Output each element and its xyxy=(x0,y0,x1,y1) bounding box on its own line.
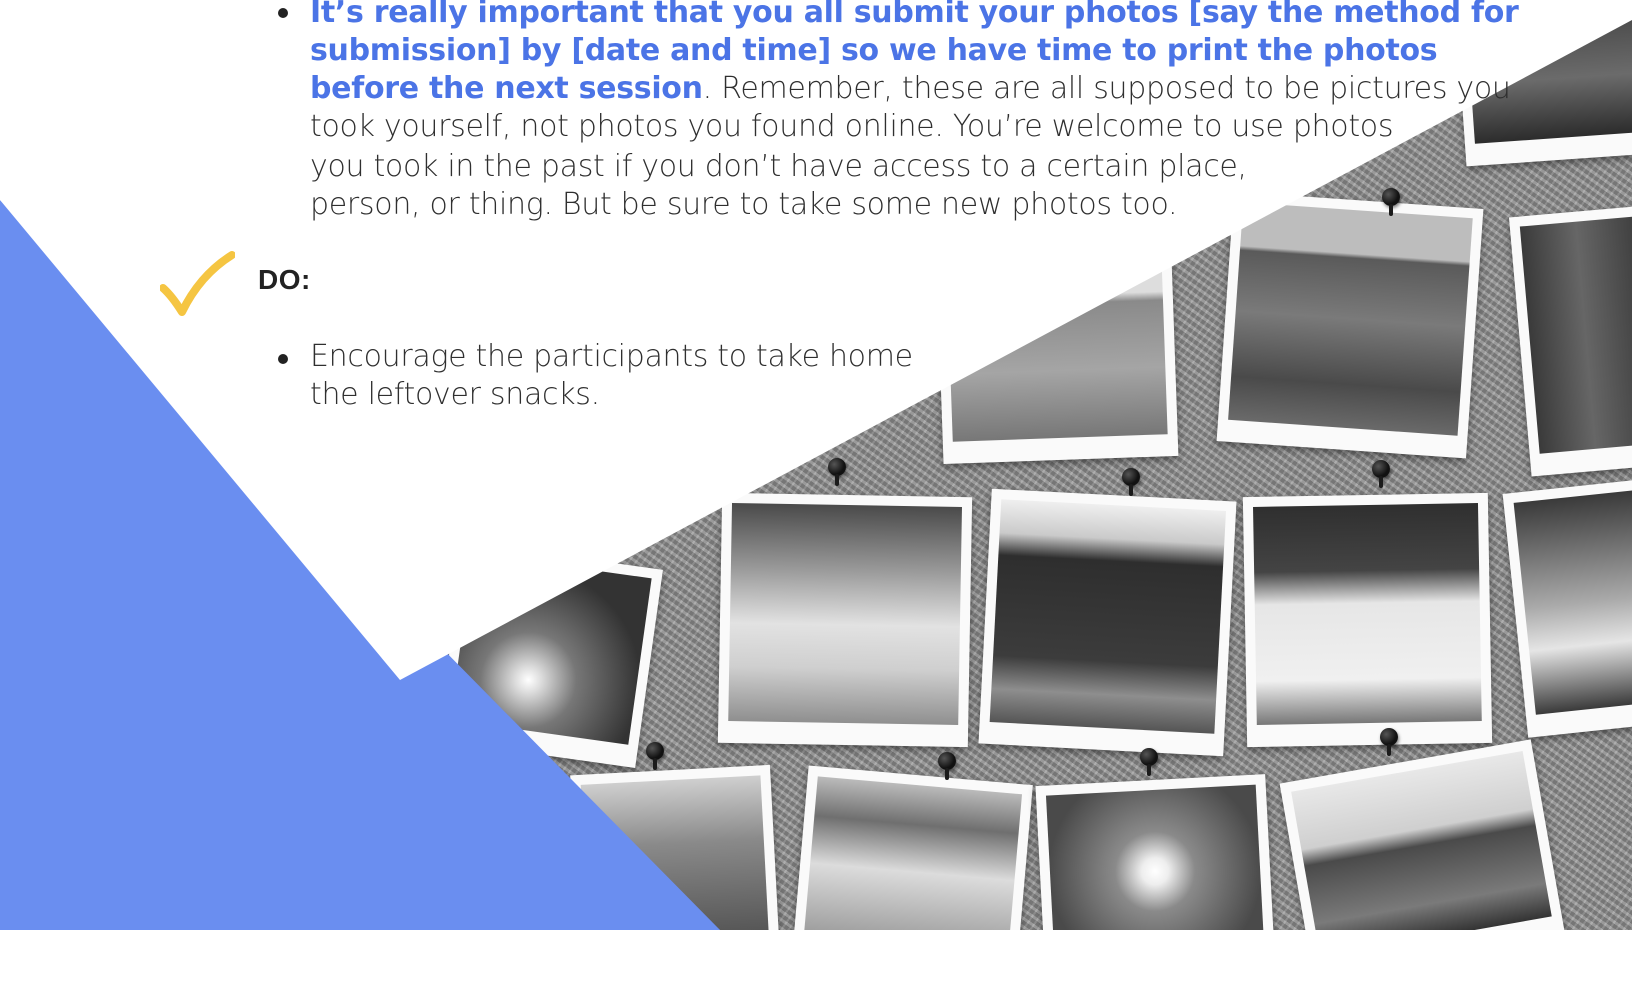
bullet-marker xyxy=(278,8,288,18)
do-item-line-1: Encourage the participants to take home xyxy=(310,339,913,374)
emphasis-line-2: submission] by [date and time] so we hav… xyxy=(310,33,1438,68)
emphasis-text: before the next session xyxy=(310,71,703,106)
bullet-marker xyxy=(278,354,288,364)
instruction-line-6: person, or thing. But be sure to take so… xyxy=(310,187,1178,222)
instruction-line-3: before the next session. Remember, these… xyxy=(310,70,1511,108)
emphasis-line-1: It’s really important that you all submi… xyxy=(310,0,1519,30)
checkmark-icon xyxy=(160,251,235,316)
do-heading: DO: xyxy=(258,264,311,295)
document-content: It’s really important that you all submi… xyxy=(0,0,1632,930)
instruction-text: . Remember, these are all supposed to be… xyxy=(702,71,1511,106)
do-item-line-2: the leftover snacks. xyxy=(310,377,600,412)
instruction-line-5: you took in the past if you don’t have a… xyxy=(310,149,1247,184)
instruction-line-4: took yourself, not photos you found onli… xyxy=(310,109,1394,144)
